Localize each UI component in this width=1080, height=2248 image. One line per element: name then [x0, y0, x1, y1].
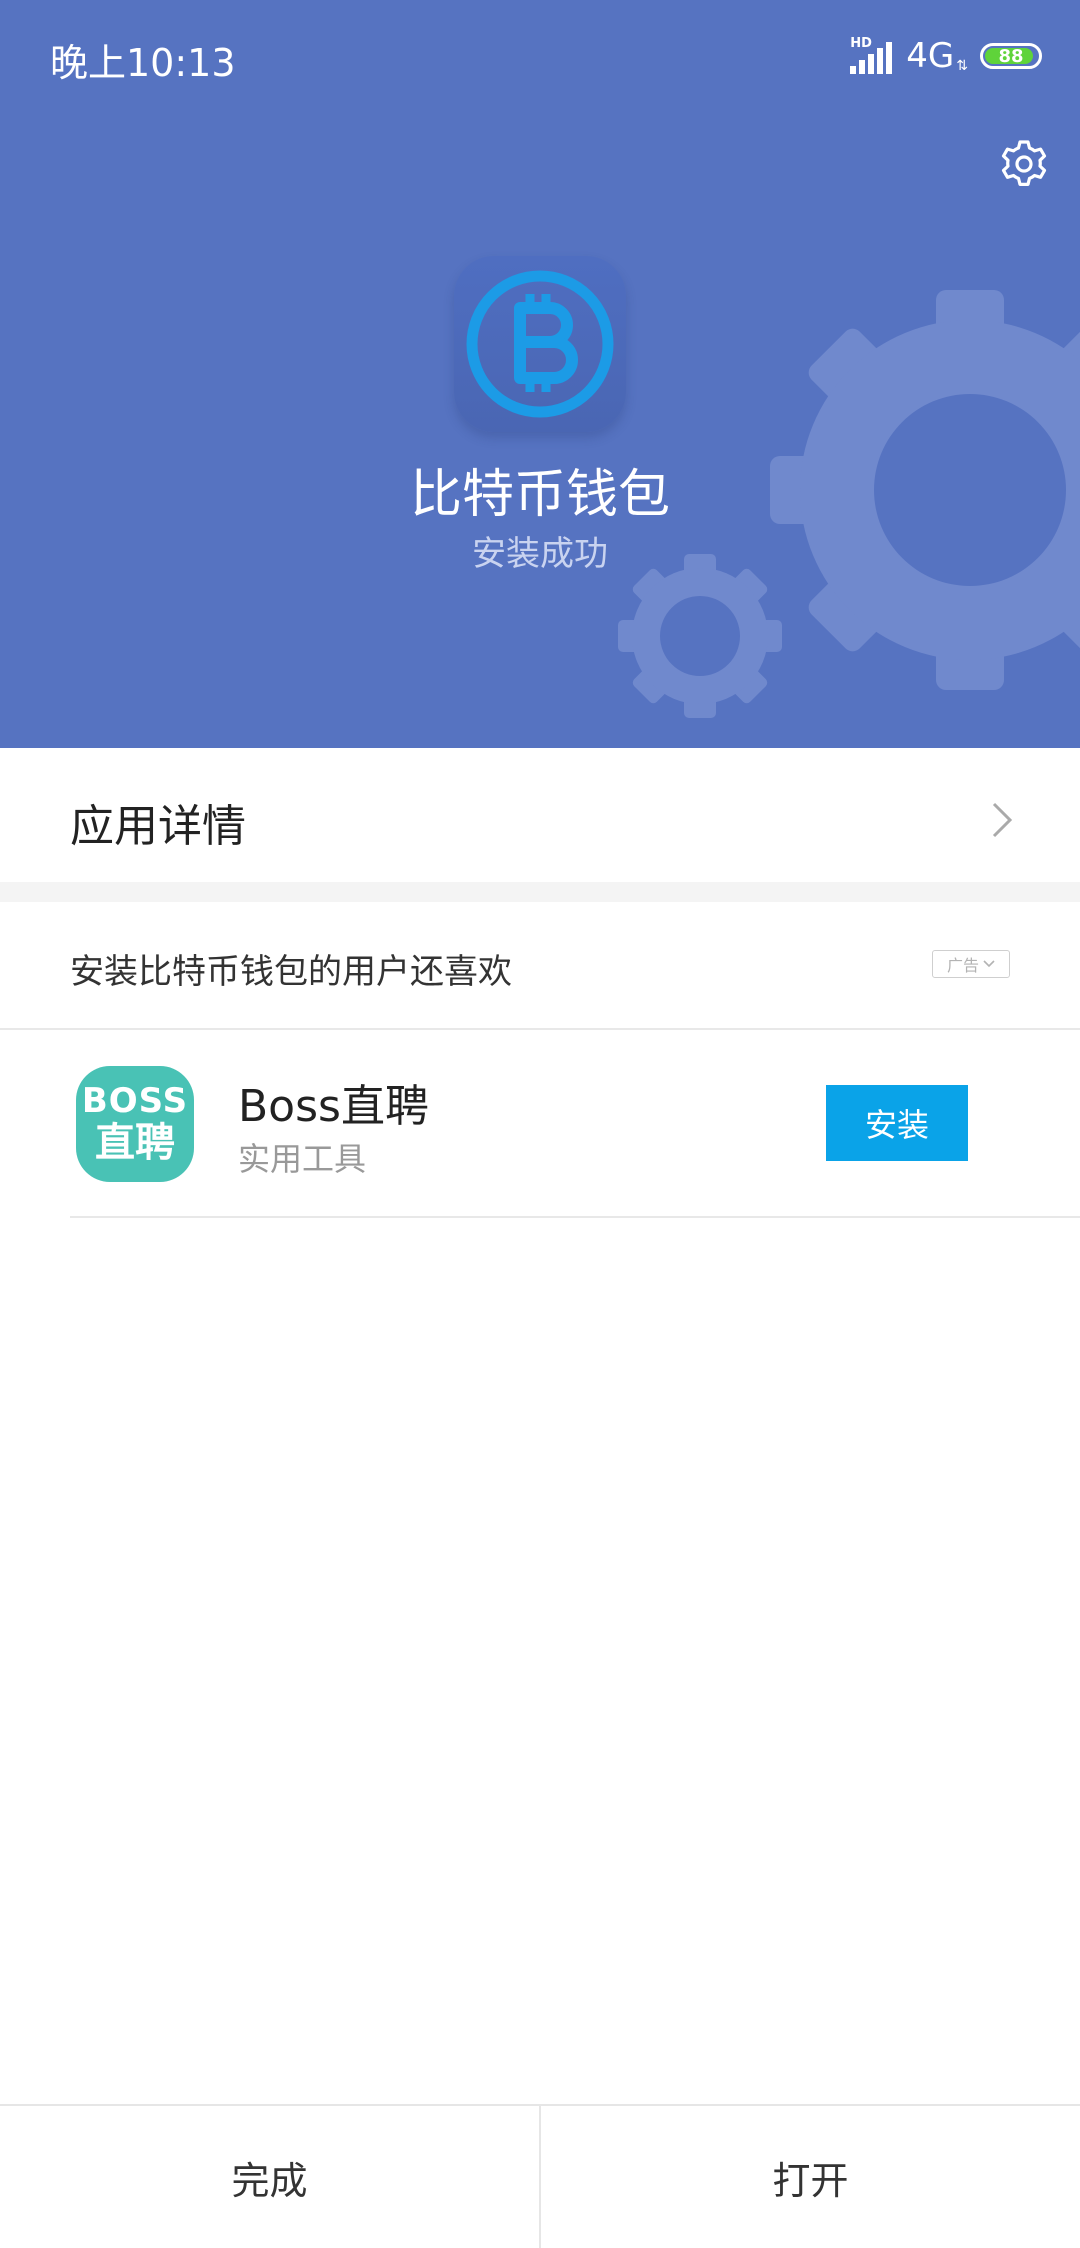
app-details-label: 应用详情 [70, 801, 246, 852]
done-button[interactable]: 完成 [0, 2106, 539, 2248]
bottom-action-bar: 完成 打开 [0, 2104, 1080, 2248]
install-button[interactable]: 安装 [826, 1085, 968, 1161]
install-status: 安装成功 [472, 534, 608, 574]
rec-app-name: Boss直聘 [238, 1081, 429, 1132]
status-indicators: HD 4G ⇅ 88 [850, 34, 1042, 78]
app-name: 比特币钱包 [409, 465, 670, 525]
ad-label: 广告 [946, 956, 979, 975]
chevron-right-icon [992, 802, 1013, 838]
rec-app-category: 实用工具 [238, 1140, 367, 1178]
boss-icon-text: BOSS [81, 1081, 189, 1121]
divider [70, 1216, 1080, 1218]
section-gap [0, 882, 1080, 902]
divider [0, 1028, 1080, 1030]
recommend-title: 安装比特币钱包的用户还喜欢 [70, 952, 512, 992]
bitcoin-icon [466, 270, 614, 418]
ad-badge[interactable]: 广告 [932, 950, 1010, 978]
network-type: 4G [906, 36, 955, 76]
app-icon [454, 256, 626, 432]
boss-icon-text-cn: 直聘 [95, 1120, 175, 1166]
chevron-down-icon [983, 960, 995, 968]
status-bar: 晚上10:13 HD 4G ⇅ 88 [0, 0, 1080, 110]
battery-level: 88 [998, 45, 1024, 67]
open-button[interactable]: 打开 [541, 2106, 1080, 2248]
status-time: 晚上10:13 [50, 41, 236, 85]
boss-app-icon: BOSS 直聘 [76, 1066, 194, 1182]
app-details-row[interactable]: 应用详情 [0, 748, 1080, 882]
settings-button[interactable] [994, 134, 1054, 194]
data-arrows-icon: ⇅ [956, 58, 968, 74]
gear-icon [1001, 140, 1047, 186]
battery-icon: 88 [980, 43, 1042, 69]
install-header: 晚上10:13 HD 4G ⇅ 88 比特币钱包 安装成功 [0, 0, 1080, 748]
signal-icon: HD [850, 36, 896, 74]
